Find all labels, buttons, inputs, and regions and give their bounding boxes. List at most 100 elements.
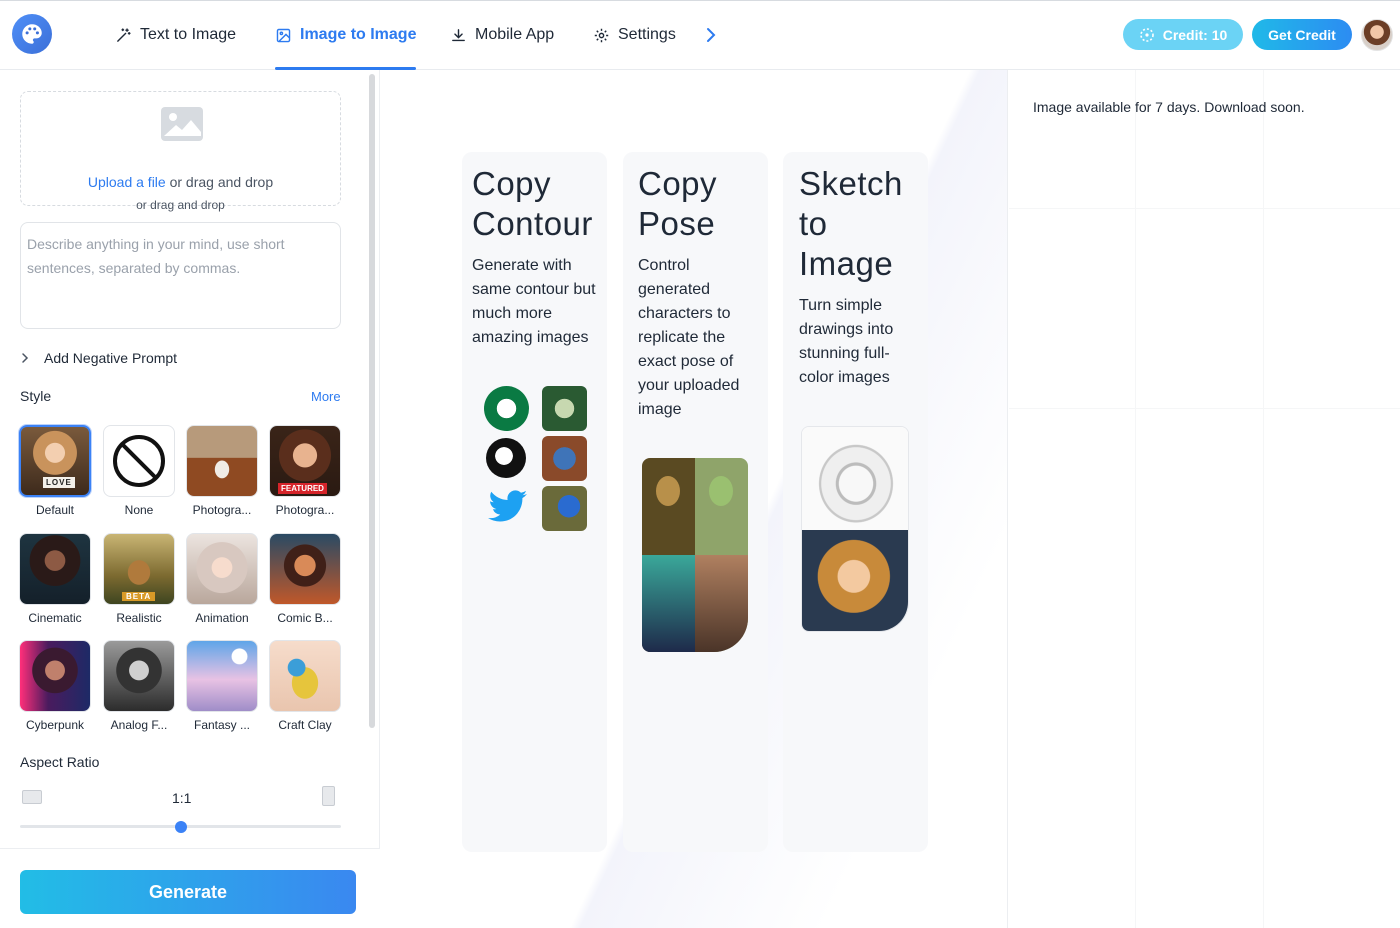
style-badge: FEATURED xyxy=(278,483,327,494)
generate-button[interactable]: Generate xyxy=(20,870,356,914)
tab-image-to-image[interactable]: Image to Image xyxy=(275,1,417,70)
user-avatar[interactable] xyxy=(1361,19,1393,51)
no-style-icon xyxy=(113,435,165,487)
upload-sub-text: or drag and drop xyxy=(136,198,225,212)
card-copy-pose[interactable]: Copy Pose Control generated characters t… xyxy=(623,152,768,852)
style-label: None xyxy=(124,503,154,517)
pose-variant xyxy=(695,555,748,652)
tab-mobile-app[interactable]: Mobile App xyxy=(450,1,554,69)
card-preview-image xyxy=(801,426,909,632)
style-thumb xyxy=(269,640,341,712)
landscape-ratio-icon[interactable] xyxy=(22,790,42,804)
styled-preview-1 xyxy=(542,386,587,431)
tab-label: Text to Image xyxy=(140,26,237,43)
image-icon xyxy=(276,28,291,42)
credit-coin-icon xyxy=(1139,27,1154,42)
style-label: Realistic xyxy=(116,611,162,625)
style-badge: BETA xyxy=(122,592,156,601)
tab-settings[interactable]: Settings xyxy=(593,1,676,69)
style-fantasy[interactable]: Fantasy ... xyxy=(186,640,258,732)
style-comic-book[interactable]: Comic B... xyxy=(269,533,341,625)
card-sketch-to-image[interactable]: Sketch to Image Turn simple drawings int… xyxy=(783,152,928,852)
styled-preview-3 xyxy=(542,486,587,531)
style-cinematic[interactable]: Cinematic xyxy=(19,533,91,625)
app-logo[interactable] xyxy=(12,14,52,54)
tab-label: Settings xyxy=(618,26,676,43)
nav-next-button[interactable] xyxy=(700,23,722,47)
magic-wand-icon xyxy=(117,27,131,42)
negative-prompt-label: Add Negative Prompt xyxy=(44,350,178,366)
card-title: Sketch to Image xyxy=(799,165,903,282)
pose-face xyxy=(656,476,680,506)
style-craft-clay[interactable]: Craft Clay xyxy=(269,640,341,732)
style-label: Default xyxy=(35,503,75,517)
style-cyberpunk[interactable]: Cyberpunk xyxy=(19,640,91,732)
style-default[interactable]: LOVE Default xyxy=(19,425,91,517)
style-thumb xyxy=(103,425,175,497)
style-label: Craft Clay xyxy=(278,718,332,732)
style-label: Cinematic xyxy=(28,611,82,625)
prompt-input[interactable] xyxy=(20,222,341,329)
result-panel: Image available for 7 days. Download soo… xyxy=(1009,70,1400,928)
style-thumb: FEATURED xyxy=(269,425,341,497)
style-thumb xyxy=(103,640,175,712)
style-thumb xyxy=(269,533,341,605)
upload-file-link[interactable]: Upload a file xyxy=(88,174,166,190)
top-header: Text to Image Image to Image Mobile App … xyxy=(0,1,1400,70)
style-analog-film[interactable]: Analog F... xyxy=(103,640,175,732)
style-thumb xyxy=(186,533,258,605)
style-thumb xyxy=(19,640,91,712)
credit-button[interactable]: Credit: 10 xyxy=(1123,19,1243,50)
get-credit-button[interactable]: Get Credit xyxy=(1252,19,1352,50)
style-thumb xyxy=(186,640,258,712)
style-thumb: BETA xyxy=(103,533,175,605)
style-badge: LOVE xyxy=(43,477,75,488)
style-realistic[interactable]: BETA Realistic xyxy=(103,533,175,625)
card-description: Generate with same contour but much more… xyxy=(472,257,596,346)
style-thumb: LOVE xyxy=(19,425,91,497)
upload-main-text: Upload a file or drag and drop xyxy=(21,174,340,190)
style-thumb xyxy=(19,533,91,605)
pose-variant xyxy=(642,555,695,652)
upload-dropzone[interactable]: Upload a file or drag and drop or drag a… xyxy=(20,91,341,212)
style-section-title: Style xyxy=(20,388,52,404)
style-animation[interactable]: Animation xyxy=(186,533,258,625)
chevron-right-icon xyxy=(22,353,29,363)
styled-preview-2 xyxy=(542,436,587,481)
style-photography-2[interactable]: FEATURED Photogra... xyxy=(269,425,341,517)
grid-line xyxy=(1263,70,1264,928)
card-description: Turn simple drawings into stunning full-… xyxy=(799,297,894,386)
pose-face xyxy=(709,476,733,506)
left-panel: Upload a file or drag and drop or drag a… xyxy=(0,70,380,928)
style-none[interactable]: None xyxy=(103,425,175,517)
sketch-before xyxy=(802,427,908,530)
style-label: Comic B... xyxy=(277,611,333,625)
gear-icon xyxy=(594,28,609,42)
sketch-after xyxy=(802,530,908,631)
style-label: Photogra... xyxy=(275,503,335,517)
starbucks-logo-icon xyxy=(484,386,529,431)
grid-line xyxy=(1009,408,1400,409)
upload-main-rest: or drag and drop xyxy=(165,174,274,190)
style-more-link[interactable]: More xyxy=(311,389,341,404)
generate-area: Generate xyxy=(0,848,380,928)
style-thumb xyxy=(186,425,258,497)
card-copy-contour[interactable]: Copy Contour Generate with same contour … xyxy=(462,152,607,852)
left-panel-scrollbar[interactable] xyxy=(369,74,375,728)
tab-text-to-image[interactable]: Text to Image xyxy=(115,1,236,69)
style-label: Photogra... xyxy=(192,503,252,517)
get-credit-label: Get Credit xyxy=(1268,26,1336,43)
aspect-ratio-slider-thumb[interactable] xyxy=(174,821,187,833)
card-preview-image xyxy=(642,458,748,652)
add-negative-prompt-toggle[interactable]: Add Negative Prompt xyxy=(20,346,177,370)
image-availability-notice: Image available for 7 days. Download soo… xyxy=(1033,99,1305,115)
style-photography-1[interactable]: Photogra... xyxy=(186,425,258,517)
card-preview-image xyxy=(484,386,588,534)
grid-line xyxy=(1009,208,1400,209)
style-label: Cyberpunk xyxy=(25,718,85,732)
download-icon xyxy=(452,28,465,41)
tab-label: Image to Image xyxy=(300,26,417,43)
card-title: Copy Pose xyxy=(638,165,718,242)
palette-icon xyxy=(22,24,42,44)
portrait-ratio-icon[interactable] xyxy=(322,786,335,806)
